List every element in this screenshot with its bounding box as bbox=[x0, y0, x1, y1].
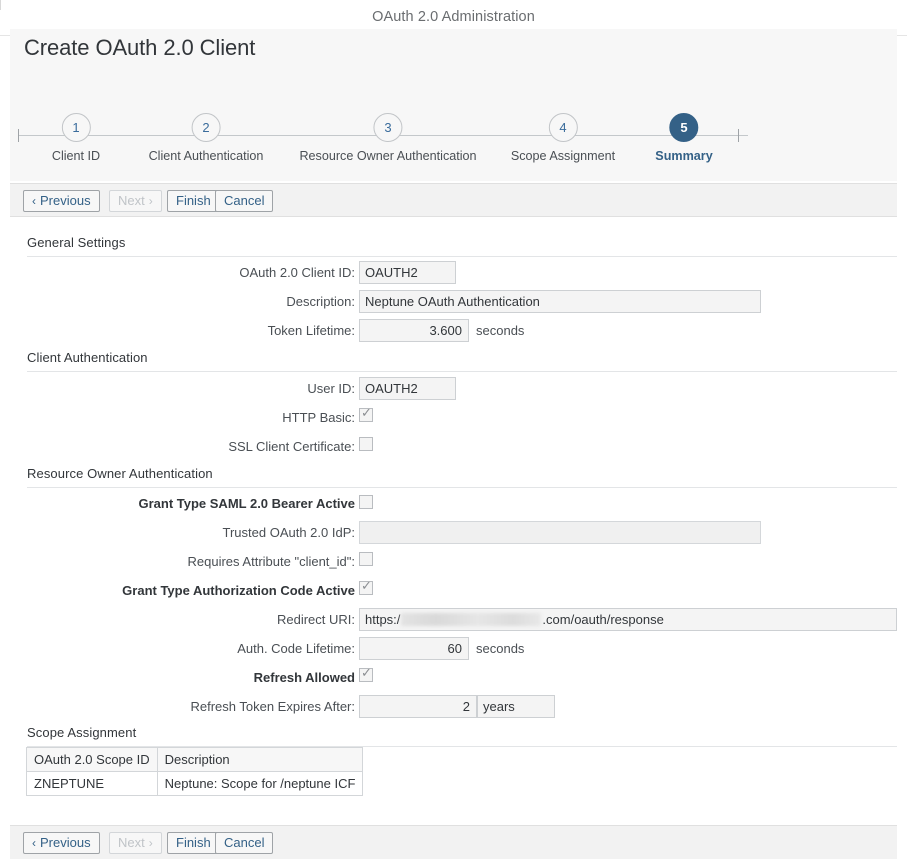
label-user-id: User ID: bbox=[307, 381, 355, 396]
stepper-step-5[interactable]: 5 Summary bbox=[655, 113, 713, 163]
column-header-description[interactable]: Description bbox=[156, 747, 364, 772]
stepper-step-1-number: 1 bbox=[61, 113, 91, 142]
field-auth-code-lifetime[interactable]: 60 bbox=[359, 637, 469, 660]
next-button-top[interactable]: Next › bbox=[109, 190, 162, 212]
stepper-step-4-number: 4 bbox=[548, 113, 578, 142]
wizard-toolbar-bottom: ‹ Previous Next › Finish Cancel bbox=[10, 825, 897, 859]
oauth-admin-page: OAuth 2.0 Administration Create OAuth 2.… bbox=[0, 0, 907, 863]
section-title-client-authentication: Client Authentication bbox=[27, 350, 148, 365]
previous-button-top[interactable]: ‹ Previous bbox=[23, 190, 100, 212]
stepper-step-2-label: Client Authentication bbox=[148, 149, 264, 163]
field-token-lifetime[interactable]: 3.600 bbox=[359, 319, 469, 342]
stepper-step-2[interactable]: 2 Client Authentication bbox=[148, 113, 264, 163]
next-button-bottom[interactable]: Next › bbox=[109, 832, 162, 854]
label-trusted-oauth-idp: Trusted OAuth 2.0 IdP: bbox=[222, 525, 355, 540]
next-button-top-label: Next bbox=[118, 193, 145, 208]
unit-token-lifetime: seconds bbox=[476, 323, 525, 338]
cell-description: Neptune: Scope for /neptune ICF bbox=[156, 771, 364, 796]
label-refresh-allowed: Refresh Allowed bbox=[253, 670, 355, 685]
field-description[interactable]: Neptune OAuth Authentication bbox=[359, 290, 761, 313]
label-description: Description: bbox=[286, 294, 355, 309]
cancel-button-top[interactable]: Cancel bbox=[215, 190, 274, 212]
section-title-general-settings: General Settings bbox=[27, 235, 126, 250]
stepper-step-5-label: Summary bbox=[655, 149, 713, 163]
label-auth-code-lifetime: Auth. Code Lifetime: bbox=[237, 641, 355, 656]
checkbox-grant-type-authorization-code-active[interactable]: ✓ bbox=[359, 578, 373, 595]
check-icon: ✓ bbox=[361, 405, 372, 420]
checkbox-http-basic[interactable]: ✓ bbox=[359, 405, 373, 422]
redirect-uri-prefix: https:/ bbox=[365, 612, 401, 627]
field-oauth-client-id[interactable]: OAUTH2 bbox=[359, 261, 456, 284]
summary-form: General Settings OAuth 2.0 Client ID: OA… bbox=[10, 218, 897, 823]
column-header-scope-id[interactable]: OAuth 2.0 Scope ID bbox=[26, 747, 158, 772]
stepper-rail-cap-right bbox=[738, 129, 739, 142]
stepper-step-3-label: Resource Owner Authentication bbox=[299, 149, 477, 163]
chevron-right-icon: › bbox=[148, 194, 153, 208]
checkbox-requires-attribute-client-id[interactable] bbox=[359, 552, 373, 566]
label-oauth-client-id: OAuth 2.0 Client ID: bbox=[239, 265, 355, 280]
section-rule-resource-owner-authentication bbox=[27, 487, 897, 488]
previous-button-top-label: Previous bbox=[40, 193, 91, 208]
field-refresh-token-expires-unit[interactable]: years bbox=[477, 695, 555, 718]
label-refresh-token-expires-after: Refresh Token Expires After: bbox=[190, 699, 355, 714]
page-title: Create OAuth 2.0 Client bbox=[24, 35, 256, 60]
section-title-resource-owner-authentication: Resource Owner Authentication bbox=[27, 466, 213, 481]
field-refresh-token-expires-after[interactable]: 2 bbox=[359, 695, 477, 718]
label-http-basic: HTTP Basic: bbox=[282, 410, 355, 425]
label-grant-type-saml-bearer-active: Grant Type SAML 2.0 Bearer Active bbox=[138, 496, 355, 511]
redaction-block bbox=[401, 613, 542, 626]
check-icon: ✓ bbox=[361, 578, 372, 593]
checkbox-grant-type-saml-bearer-active[interactable] bbox=[359, 495, 373, 509]
section-title-scope-assignment: Scope Assignment bbox=[27, 725, 137, 740]
chevron-right-icon: › bbox=[148, 836, 153, 850]
field-user-id[interactable]: OAUTH2 bbox=[359, 377, 456, 400]
stepper-step-5-number: 5 bbox=[669, 113, 699, 142]
stepper-step-3-number: 3 bbox=[373, 113, 403, 142]
scope-assignment-table: OAuth 2.0 Scope ID Description ZNEPTUNE … bbox=[26, 747, 364, 796]
previous-button-bottom[interactable]: ‹ Previous bbox=[23, 832, 100, 854]
unit-auth-code-lifetime: seconds bbox=[476, 641, 525, 656]
stepper-step-1[interactable]: 1 Client ID bbox=[52, 113, 100, 163]
stepper-step-2-number: 2 bbox=[191, 113, 221, 142]
field-redirect-uri[interactable]: https:/ .com/oauth/response bbox=[359, 608, 897, 631]
stepper-step-3[interactable]: 3 Resource Owner Authentication bbox=[299, 113, 477, 163]
stepper-step-1-label: Client ID bbox=[51, 149, 101, 163]
wizard-stepper: 1 Client ID 2 Client Authentication 3 Re… bbox=[10, 91, 897, 175]
stepper-step-4-label: Scope Assignment bbox=[510, 149, 616, 163]
previous-button-bottom-label: Previous bbox=[40, 835, 91, 850]
field-trusted-oauth-idp[interactable] bbox=[359, 521, 761, 544]
finish-button-top[interactable]: Finish bbox=[167, 190, 220, 212]
check-icon: ✓ bbox=[361, 665, 372, 680]
label-grant-type-authorization-code-active: Grant Type Authorization Code Active bbox=[122, 583, 355, 598]
checkbox-refresh-allowed[interactable]: ✓ bbox=[359, 665, 373, 682]
shell-title: OAuth 2.0 Administration bbox=[372, 9, 535, 25]
section-rule-client-authentication bbox=[27, 371, 897, 372]
next-button-bottom-label: Next bbox=[118, 835, 145, 850]
stepper-step-4[interactable]: 4 Scope Assignment bbox=[511, 113, 615, 163]
chevron-left-icon: ‹ bbox=[32, 836, 36, 850]
finish-button-bottom[interactable]: Finish bbox=[167, 832, 220, 854]
section-rule-general-settings bbox=[27, 256, 897, 257]
cancel-button-bottom[interactable]: Cancel bbox=[215, 832, 274, 854]
stepper-rail-cap-left bbox=[18, 129, 19, 142]
wizard-toolbar-top: ‹ Previous Next › Finish Cancel bbox=[10, 183, 897, 217]
checkbox-ssl-client-certificate[interactable] bbox=[359, 437, 373, 451]
label-redirect-uri: Redirect URI: bbox=[276, 612, 355, 627]
table-row[interactable]: ZNEPTUNE Neptune: Scope for /neptune ICF bbox=[26, 771, 364, 796]
label-requires-attribute-client-id: Requires Attribute "client_id": bbox=[187, 554, 355, 569]
redirect-uri-suffix: .com/oauth/response bbox=[542, 612, 664, 627]
page-header-block: Create OAuth 2.0 Client 1 Client ID 2 Cl… bbox=[10, 29, 897, 181]
chevron-left-icon: ‹ bbox=[32, 194, 36, 208]
table-header-row: OAuth 2.0 Scope ID Description bbox=[26, 747, 364, 772]
label-ssl-client-certificate: SSL Client Certificate: bbox=[228, 439, 355, 454]
cell-scope-id: ZNEPTUNE bbox=[26, 771, 158, 796]
label-token-lifetime: Token Lifetime: bbox=[267, 323, 355, 338]
